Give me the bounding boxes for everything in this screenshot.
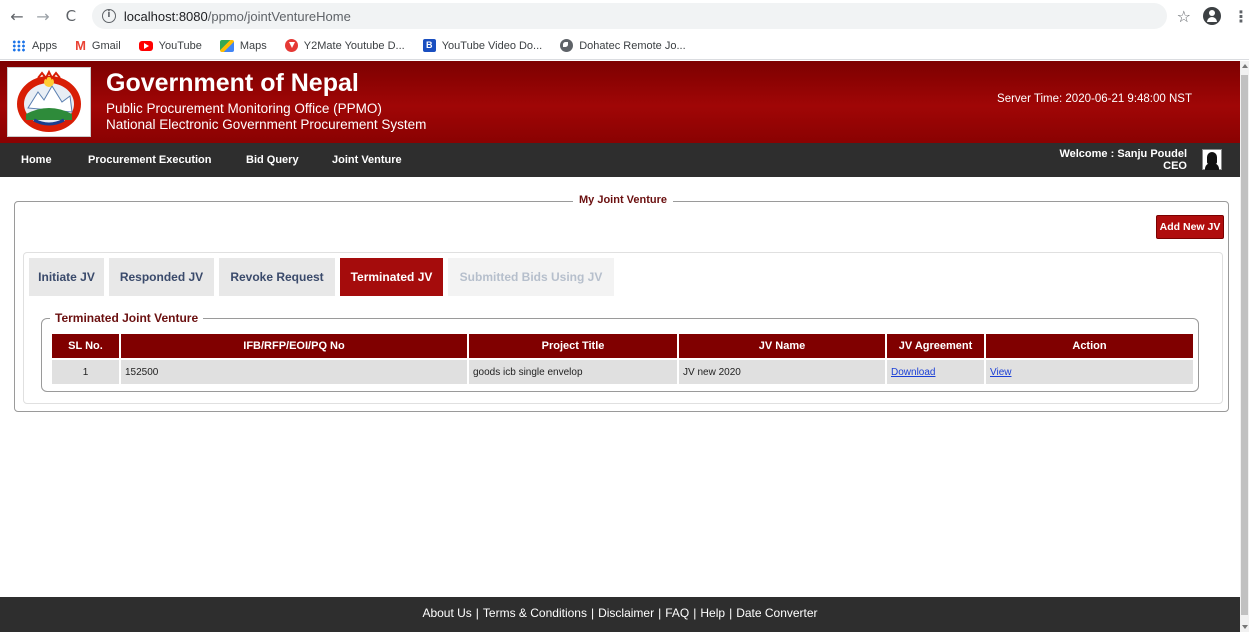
- nav-procurement-execution[interactable]: Procurement Execution: [88, 154, 211, 166]
- site-footer: About Us | Terms & Conditions | Disclaimer | F…: [0, 597, 1240, 632]
- globe-icon: [560, 39, 574, 52]
- footer-separator: |: [475, 606, 479, 620]
- bookmark-label: YouTube: [158, 39, 202, 52]
- bookmark-label: YouTube Video Do...: [441, 39, 543, 52]
- bookmark-label: Maps: [239, 39, 267, 52]
- welcome-text: Welcome : Sanju Poudel CEO: [1059, 148, 1187, 172]
- col-header-project-title: Project Title: [468, 334, 679, 359]
- terminated-jv-table: SL No. IFB/RFP/EOI/PQ No Project Title J…: [52, 334, 1193, 384]
- bookmark-apps[interactable]: Apps: [12, 39, 58, 52]
- col-header-jv-agreement: JV Agreement: [886, 334, 986, 359]
- cell-project-title: goods icb single envelop: [468, 358, 679, 384]
- main-nav: Home Procurement Execution Bid Query Joi…: [0, 143, 1240, 177]
- site-subtitle-ppmo: Public Procurement Monitoring Office (PP…: [106, 101, 382, 116]
- download-agreement-link[interactable]: Download: [891, 367, 935, 378]
- browser-toolbar: ← → C i localhost:8080/ppmo/jointVenture…: [0, 0, 1249, 32]
- col-header-jv-name: JV Name: [678, 334, 887, 359]
- bookmark-label: Gmail: [91, 39, 121, 52]
- footer-separator: |: [693, 606, 697, 620]
- cell-sl-no: 1: [52, 358, 121, 384]
- bookmark-label: Apps: [32, 39, 58, 52]
- scroll-thumb[interactable]: [1241, 75, 1248, 615]
- footer-separator: |: [729, 606, 733, 620]
- bookmarks-bar: Apps M Gmail YouTube Maps Y2Mate Youtube …: [0, 32, 1249, 60]
- cell-action: View: [985, 358, 1193, 384]
- site-header: Government of Nepal Public Procurement M…: [0, 61, 1240, 143]
- url-host: localhost:8080: [123, 8, 208, 24]
- page-scrollbar[interactable]: [1240, 61, 1249, 632]
- tab-initiate-jv[interactable]: Initiate JV: [29, 258, 104, 296]
- footer-about-us[interactable]: About Us: [422, 606, 471, 620]
- scroll-up-arrow-icon[interactable]: [1242, 64, 1248, 68]
- tab-submitted-bids-using-jv[interactable]: Submitted Bids Using JV: [448, 258, 614, 296]
- welcome-user: Welcome : Sanju Poudel: [1059, 148, 1187, 160]
- b-icon: B: [422, 39, 436, 52]
- tab-terminated-jv[interactable]: Terminated JV: [340, 258, 443, 296]
- footer-faq[interactable]: FAQ: [665, 606, 689, 620]
- col-header-sl-no: SL No.: [52, 334, 121, 359]
- cell-jv-agreement: Download: [886, 358, 986, 384]
- col-header-action: Action: [985, 334, 1193, 359]
- my-joint-venture-legend: My Joint Venture: [573, 194, 674, 206]
- footer-separator: |: [658, 606, 662, 620]
- bookmark-y2mate[interactable]: Y2Mate Youtube D...: [284, 39, 405, 52]
- nav-home[interactable]: Home: [21, 154, 52, 166]
- site-title: Government of Nepal: [106, 69, 359, 97]
- col-header-ifb-no: IFB/RFP/EOI/PQ No: [120, 334, 469, 359]
- bookmark-label: Y2Mate Youtube D...: [303, 39, 405, 52]
- youtube-icon: [138, 40, 153, 51]
- site-subtitle-egp: National Electronic Government Procureme…: [106, 117, 427, 132]
- nepal-emblem-icon[interactable]: [7, 67, 91, 137]
- forward-arrow-icon[interactable]: →: [32, 5, 54, 27]
- bookmark-star-icon[interactable]: ☆: [1177, 7, 1191, 26]
- url-path: /ppmo/jointVentureHome: [207, 8, 351, 24]
- bookmark-dohatec[interactable]: Dohatec Remote Jo...: [560, 39, 686, 52]
- scroll-down-arrow-icon[interactable]: [1242, 625, 1248, 629]
- nav-bid-query[interactable]: Bid Query: [246, 154, 299, 166]
- footer-terms[interactable]: Terms & Conditions: [483, 606, 587, 620]
- nav-joint-venture[interactable]: Joint Venture: [332, 154, 402, 166]
- view-link[interactable]: View: [990, 367, 1012, 378]
- maps-icon: [219, 39, 234, 52]
- table-row: 1 152500 goods icb single envelop JV new…: [52, 358, 1193, 384]
- address-bar[interactable]: i localhost:8080/ppmo/jointVentureHome: [91, 3, 1167, 29]
- reload-icon[interactable]: C: [60, 5, 82, 27]
- gmail-icon: M: [75, 37, 86, 53]
- bookmark-youtube[interactable]: YouTube: [138, 39, 202, 52]
- footer-disclaimer[interactable]: Disclaimer: [598, 606, 654, 620]
- bookmark-label: Dohatec Remote Jo...: [579, 39, 686, 52]
- tab-revoke-request[interactable]: Revoke Request: [219, 258, 335, 296]
- bookmark-gmail[interactable]: M Gmail: [75, 37, 121, 53]
- info-icon[interactable]: i: [101, 9, 116, 23]
- footer-date-converter[interactable]: Date Converter: [736, 606, 817, 620]
- tab-responded-jv[interactable]: Responded JV: [109, 258, 214, 296]
- server-time: Server Time: 2020-06-21 9:48:00 NST: [997, 93, 1192, 105]
- apps-icon: [12, 39, 26, 52]
- user-role: CEO: [1163, 160, 1187, 172]
- kebab-menu-icon[interactable]: ⋮: [1233, 7, 1249, 26]
- cell-ifb-no: 152500: [120, 358, 469, 384]
- back-arrow-icon[interactable]: ←: [6, 5, 28, 27]
- user-avatar-icon[interactable]: [1202, 149, 1222, 170]
- add-new-jv-button[interactable]: Add New JV: [1156, 215, 1224, 239]
- footer-help[interactable]: Help: [700, 606, 725, 620]
- terminated-jv-legend: Terminated Joint Venture: [50, 311, 204, 325]
- cell-jv-name: JV new 2020: [678, 358, 887, 384]
- account-icon[interactable]: [1203, 7, 1221, 25]
- y2mate-icon: [284, 39, 298, 52]
- bookmark-youtube-video[interactable]: B YouTube Video Do...: [422, 39, 543, 52]
- footer-separator: |: [590, 606, 595, 620]
- bookmark-maps[interactable]: Maps: [219, 39, 267, 52]
- table-header-row: SL No. IFB/RFP/EOI/PQ No Project Title J…: [52, 334, 1193, 359]
